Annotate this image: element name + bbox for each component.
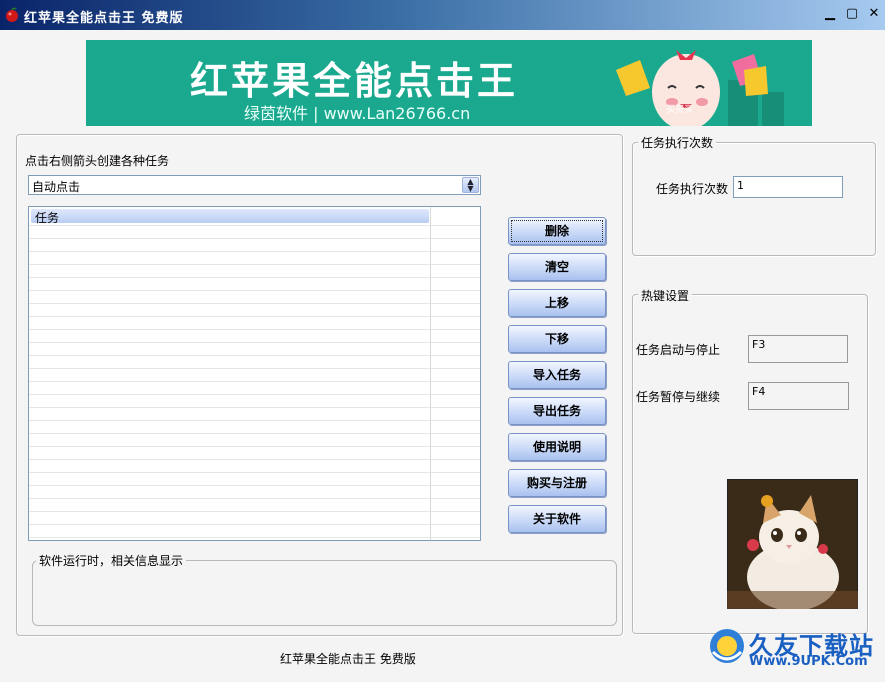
list-row-line: [29, 225, 480, 226]
watermark-logo-icon: [710, 629, 744, 663]
task-type-selected: 自动点击: [32, 180, 81, 194]
task-instruction: 点击右侧箭头创建各种任务: [25, 154, 170, 168]
list-row-line: [29, 433, 480, 434]
hotkey-legend: 热键设置: [638, 287, 693, 304]
pause-resume-label: 任务暂停与继续: [636, 390, 721, 404]
pause-resume-hotkey-field[interactable]: F4: [748, 382, 849, 410]
task-list-header[interactable]: 任务: [31, 209, 429, 225]
start-stop-hotkey-field[interactable]: F3: [748, 335, 848, 363]
close-icon[interactable]: ✕: [866, 7, 882, 21]
red-apple-icon: [6, 7, 18, 22]
list-row-line: [29, 355, 480, 356]
list-row-line: [29, 459, 480, 460]
list-row-line: [29, 511, 480, 512]
move-up-button[interactable]: 上移: [508, 289, 606, 317]
import-task-button[interactable]: 导入任务: [508, 361, 606, 389]
mascot-illustration: [616, 50, 784, 126]
task-list[interactable]: 任务: [28, 206, 481, 541]
dropdown-arrow-icon[interactable]: ▲ ▼: [462, 177, 479, 193]
maximize-icon[interactable]: ▢: [844, 7, 860, 21]
list-row-line: [29, 238, 480, 239]
list-row-line: [29, 277, 480, 278]
list-row-line: [29, 381, 480, 382]
buy-register-button[interactable]: 购买与注册: [508, 469, 606, 497]
delete-button[interactable]: 删除: [508, 217, 606, 245]
banner-subtitle: 绿茵软件 | www.Lan26766.cn: [244, 104, 471, 123]
mascot-caption: 买买买: [666, 105, 694, 115]
help-button[interactable]: 使用说明: [508, 433, 606, 461]
exec-count-label: 任务执行次数: [656, 182, 729, 196]
list-row-line: [29, 498, 480, 499]
column-divider: [430, 207, 431, 540]
list-row-line: [29, 368, 480, 369]
export-task-button[interactable]: 导出任务: [508, 397, 606, 425]
window-title: 红苹果全能点击王 免费版: [24, 11, 184, 26]
status-legend: 软件运行时，相关信息显示: [36, 552, 187, 569]
minimize-icon[interactable]: ▁: [822, 7, 838, 21]
start-stop-label: 任务启动与停止: [636, 343, 721, 357]
list-row-line: [29, 537, 480, 538]
status-info-box: [32, 560, 617, 626]
list-row-line: [29, 329, 480, 330]
list-row-line: [29, 394, 480, 395]
list-row-line: [29, 342, 480, 343]
title-bar: 红苹果全能点击王 免费版 ▁ ▢ ✕: [0, 0, 885, 30]
main-window: 红苹果全能点击王 绿茵软件 | www.Lan26766.cn 买买买 点击右侧…: [0, 30, 885, 682]
exec-count-panel: [632, 142, 876, 256]
about-button[interactable]: 关于软件: [508, 505, 606, 533]
footer-text: 红苹果全能点击王 免费版: [280, 652, 416, 666]
list-row-line: [29, 290, 480, 291]
list-row-line: [29, 524, 480, 525]
list-row-line: [29, 264, 480, 265]
list-row-line: [29, 303, 480, 304]
move-down-button[interactable]: 下移: [508, 325, 606, 353]
exec-count-legend: 任务执行次数: [638, 134, 717, 151]
task-type-select[interactable]: 自动点击 ▲ ▼: [28, 175, 481, 195]
list-row-line: [29, 485, 480, 486]
watermark-url: Www.9UPK.Com: [749, 654, 868, 669]
banner-title: 红苹果全能点击王: [190, 59, 519, 103]
cat-photo: [727, 479, 858, 609]
banner: 红苹果全能点击王 绿茵软件 | www.Lan26766.cn 买买买: [86, 40, 812, 126]
list-row-line: [29, 251, 480, 252]
clear-button[interactable]: 清空: [508, 253, 606, 281]
task-column-header: 任务: [35, 211, 60, 225]
exec-count-input[interactable]: 1: [733, 176, 843, 198]
list-row-line: [29, 316, 480, 317]
site-watermark: 久友下载站 Www.9UPK.Com: [707, 626, 877, 670]
list-row-line: [29, 420, 480, 421]
list-row-line: [29, 446, 480, 447]
list-row-line: [29, 407, 480, 408]
list-row-line: [29, 472, 480, 473]
